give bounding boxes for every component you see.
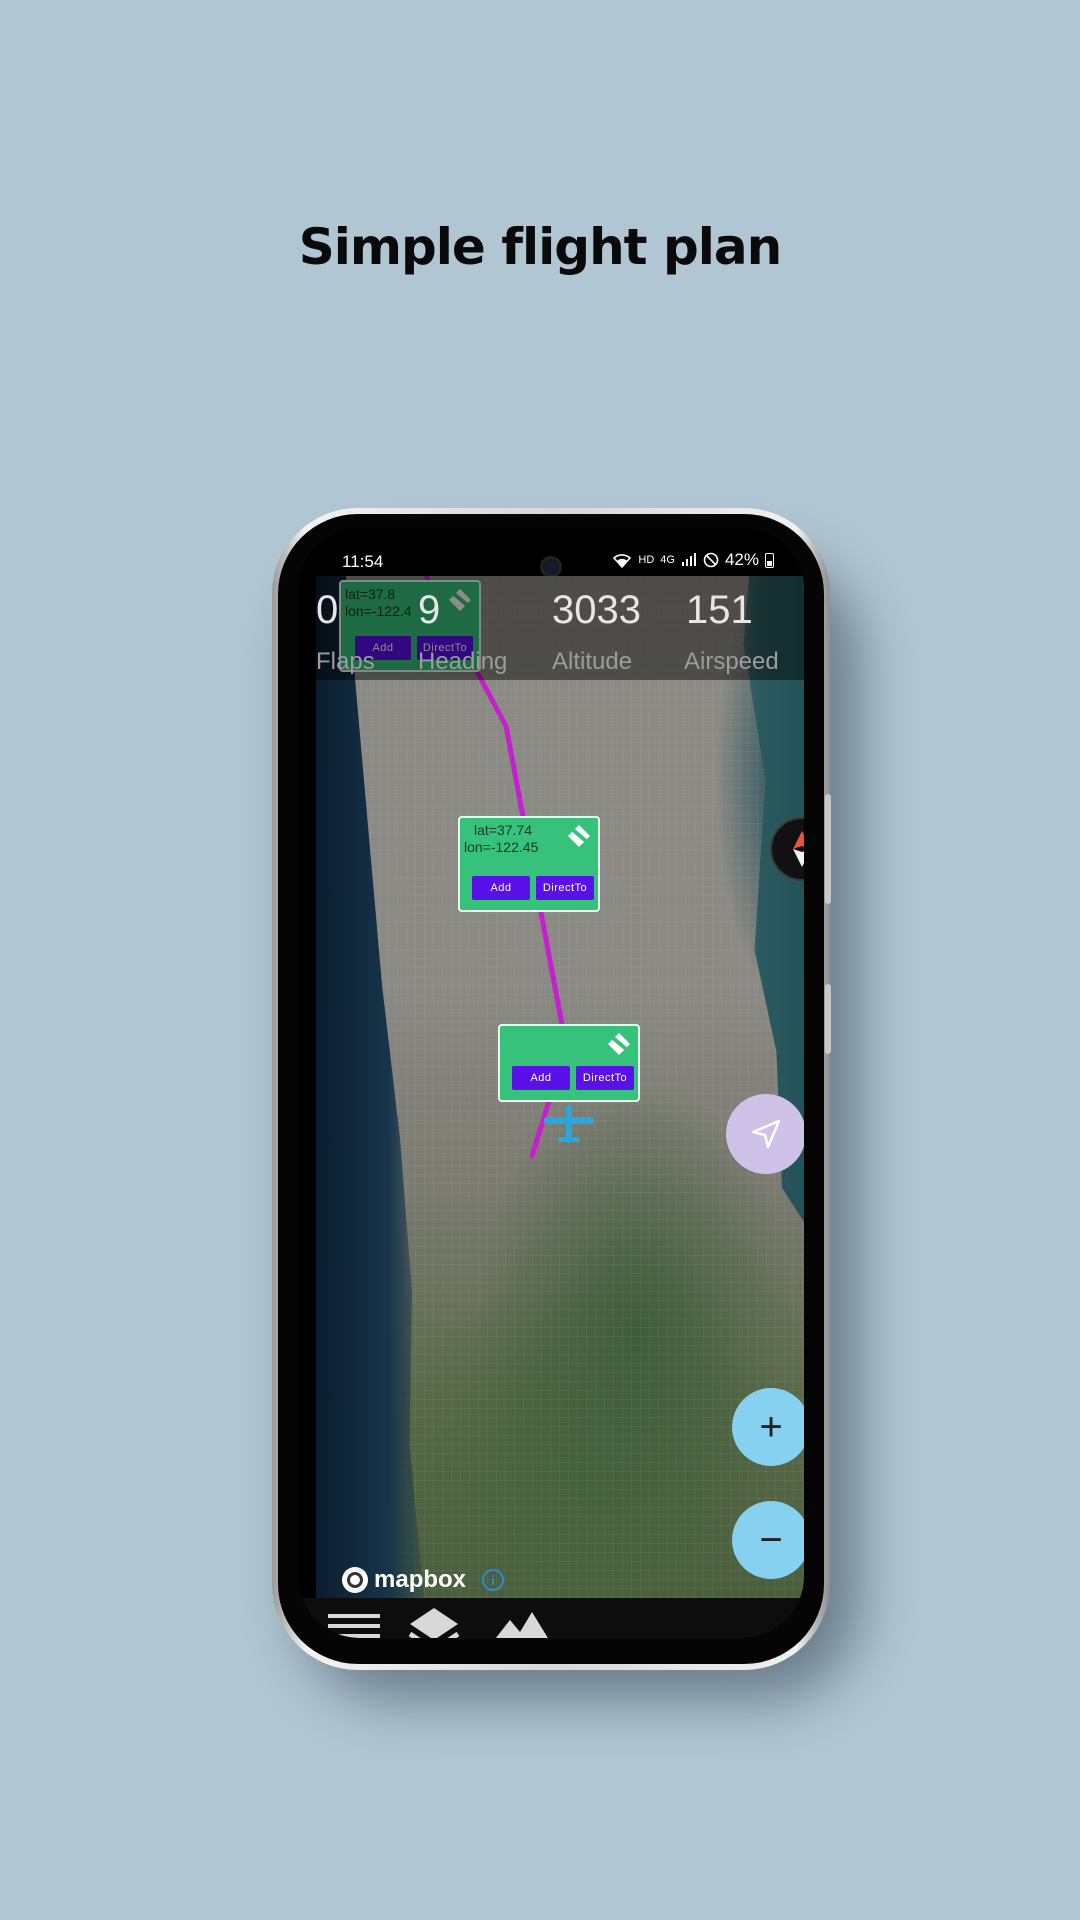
flaps-value: 0 <box>316 588 339 632</box>
waypoint-lon: lon=-122.45 <box>464 839 539 855</box>
bottom-toolbar <box>298 1598 804 1638</box>
heading-value: 9 <box>418 588 441 632</box>
locate-me-button[interactable] <box>726 1094 804 1174</box>
status-bar: 11:54 HD 4G 42% <box>298 528 804 578</box>
info-icon[interactable]: i <box>482 1569 505 1591</box>
instrument-panel: 0 9 3033 151 Flaps Heading Altitude Airs… <box>316 576 804 680</box>
add-waypoint-button[interactable]: Add <box>512 1066 570 1090</box>
aircraft-icon <box>544 1105 594 1143</box>
compass-icon <box>793 831 804 867</box>
power-button <box>825 984 831 1054</box>
remove-waypoint-icon[interactable] <box>564 820 594 848</box>
heading-label: Heading <box>418 648 508 675</box>
signal-icon <box>681 553 696 566</box>
battery-icon <box>765 552 774 568</box>
airspeed-label: Airspeed <box>684 648 779 675</box>
battery-percent: 42% <box>724 550 759 569</box>
phone-frame: 11:54 HD 4G 42% lat=37.8 lon=-122.4 Add … <box>272 508 831 1670</box>
wifi-icon <box>613 554 632 568</box>
app-screen: 11:54 HD 4G 42% lat=37.8 lon=-122.4 Add … <box>298 528 804 1638</box>
hd-badge: HD <box>638 554 655 566</box>
do-not-disturb-icon <box>703 552 719 568</box>
page-headline: Simple flight plan <box>298 218 783 276</box>
mapbox-logo-icon <box>342 1567 368 1593</box>
waypoint-card-3[interactable]: Add DirectTo <box>498 1024 640 1102</box>
altitude-label: Altitude <box>552 648 633 675</box>
direct-to-button[interactable]: DirectTo <box>536 876 594 900</box>
navigation-arrow-icon <box>751 1119 781 1149</box>
front-camera <box>540 556 562 578</box>
layers-icon[interactable] <box>406 1604 462 1638</box>
status-time: 11:54 <box>342 552 384 571</box>
satellite-map[interactable]: lat=37.8 lon=-122.4 Add DirectTo lat=37.… <box>316 576 804 1598</box>
mapbox-attribution[interactable]: mapbox i <box>342 1566 505 1594</box>
direct-to-button[interactable]: DirectTo <box>576 1066 634 1090</box>
mapbox-wordmark: mapbox <box>374 1566 467 1593</box>
network-type: 4G <box>660 554 675 566</box>
menu-icon[interactable] <box>326 1604 382 1638</box>
airspeed-value: 151 <box>686 588 753 632</box>
zoom-in-button[interactable]: + <box>732 1388 804 1466</box>
altitude-value: 3033 <box>552 588 641 632</box>
waypoint-card-2[interactable]: lat=37.74 lon=-122.45 Add DirectTo <box>458 816 600 912</box>
waypoint-lat: lat=37.74 <box>474 822 532 838</box>
volume-button <box>825 794 831 904</box>
flaps-label: Flaps <box>316 648 375 675</box>
terrain-icon[interactable] <box>486 1604 556 1638</box>
add-waypoint-button[interactable]: Add <box>472 876 530 900</box>
remove-waypoint-icon[interactable] <box>604 1028 634 1056</box>
zoom-out-button[interactable]: − <box>732 1501 804 1579</box>
